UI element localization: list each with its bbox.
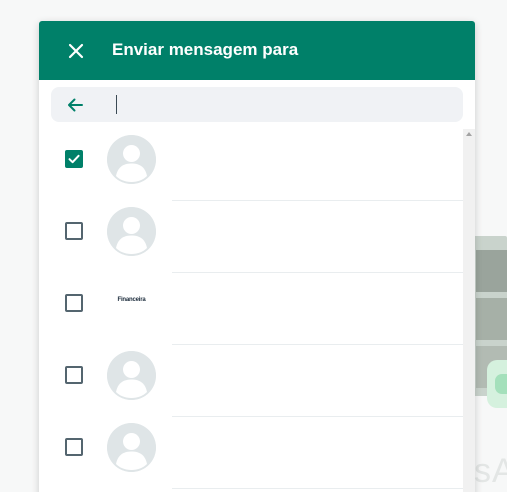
- contact-row[interactable]: [39, 417, 463, 489]
- checkbox-checked[interactable]: [65, 150, 83, 168]
- contact-avatar: Financeira: [107, 279, 156, 328]
- arrow-left-icon: [68, 98, 83, 112]
- contact-list: Financeira: [39, 129, 475, 492]
- scrollbar[interactable]: [463, 129, 475, 492]
- contact-avatar: [107, 135, 156, 184]
- text-cursor: [116, 95, 117, 114]
- default-avatar-icon: [107, 351, 156, 400]
- dialog-title: Enviar mensagem para: [112, 40, 299, 59]
- contact-avatar: [107, 207, 156, 256]
- background-text: sA: [474, 452, 507, 490]
- background-chat-bubble: [487, 360, 507, 408]
- contact-row[interactable]: [39, 345, 463, 417]
- default-avatar-icon: [107, 207, 156, 256]
- checkbox[interactable]: [65, 438, 83, 456]
- checkbox[interactable]: [65, 366, 83, 384]
- checkbox[interactable]: [65, 294, 83, 312]
- checkbox[interactable]: [65, 222, 83, 240]
- search-bar: [51, 87, 463, 122]
- default-avatar-icon: [107, 135, 156, 184]
- back-button[interactable]: [65, 95, 85, 115]
- contact-row[interactable]: [39, 201, 463, 273]
- contact-avatar: [107, 423, 156, 472]
- default-avatar-icon: [107, 423, 156, 472]
- dialog-header: Enviar mensagem para: [39, 21, 475, 80]
- forward-message-dialog: Enviar mensagem para Financeira: [39, 21, 475, 492]
- search-input[interactable]: [115, 91, 445, 118]
- logo-text: Financeira: [117, 297, 146, 303]
- contact-row[interactable]: [39, 129, 463, 201]
- close-icon: [68, 43, 84, 59]
- contact-avatar: [107, 351, 156, 400]
- close-button[interactable]: [64, 39, 88, 63]
- contact-row[interactable]: Financeira: [39, 273, 463, 345]
- row-divider: [172, 488, 463, 489]
- scroll-up-arrow-icon[interactable]: [466, 132, 472, 136]
